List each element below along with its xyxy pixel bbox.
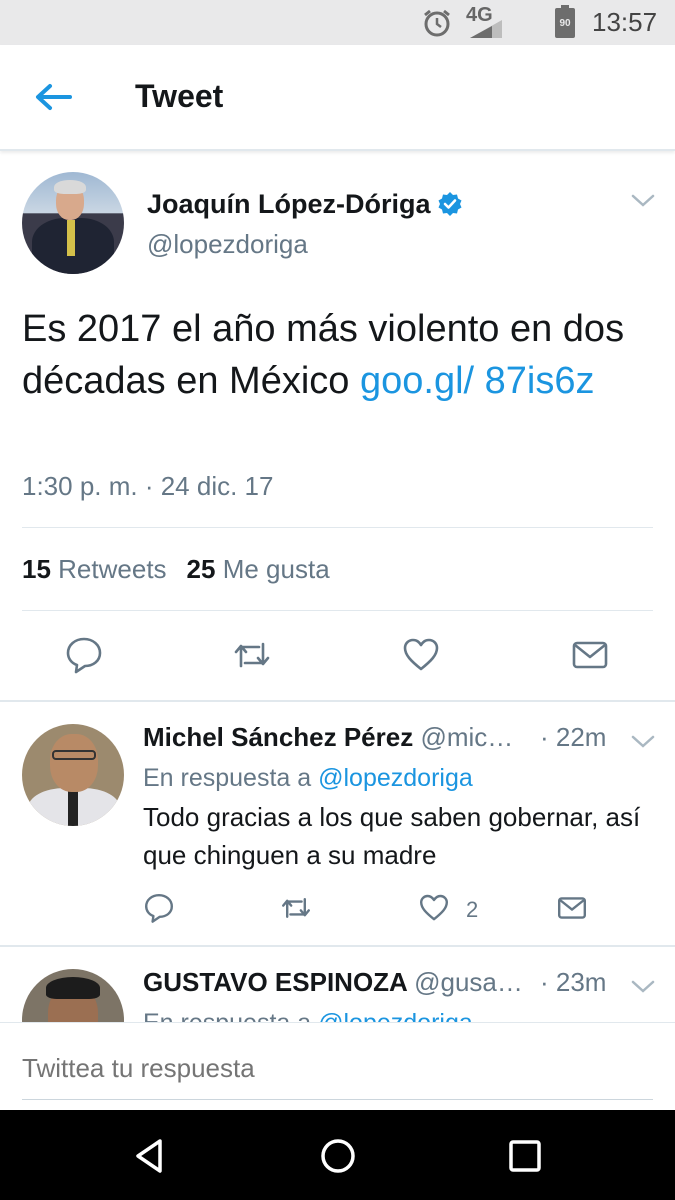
system-nav-bar [0,1110,675,1200]
reply-mention[interactable]: @lopezdoriga [318,764,473,792]
likes-count: 25 [186,554,216,584]
reply-icon[interactable] [143,892,175,924]
battery-icon: 90 [555,5,575,38]
chevron-down-icon[interactable] [631,980,655,994]
reply-author-name: Michel Sánchez Pérez [143,722,414,752]
reply-context: En respuesta a @lopezdoriga [143,764,473,793]
alarm-icon [424,9,450,37]
reply-actions: 2 [0,892,675,928]
status-bar: 4G 90 13:57 [0,0,675,45]
likes-stat[interactable]: 25 Me gusta [187,554,330,584]
reply-time: · 22m [540,722,607,752]
retweet-icon[interactable] [232,635,272,675]
section-separator [0,700,675,702]
author-handle[interactable]: @lopezdoriga [147,229,308,260]
reply-time: · 23m [540,967,607,997]
tweet-stats: 15 Retweets 25 Me gusta [22,554,330,585]
reply-author[interactable]: GUSTAVO ESPINOZA @gusa… [143,967,523,998]
reply-avatar[interactable] [22,969,124,1022]
reply-text: Todo gracias a los que saben gobernar, a… [143,802,641,870]
reply-item[interactable]: GUSTAVO ESPINOZA @gusa… · 23m En respues… [0,947,675,1022]
reply-author-name: GUSTAVO ESPINOZA [143,967,407,997]
divider [22,610,653,611]
reply-prefix: En respuesta a [143,1009,311,1022]
author-avatar[interactable] [22,172,124,274]
tweet-timestamp[interactable]: 1:30 p. m. · 24 dic. 17 [22,471,273,502]
nav-home-icon[interactable] [318,1136,358,1176]
reply-prefix: En respuesta a [143,764,312,792]
retweets-stat[interactable]: 15 Retweets [22,554,167,584]
author-name[interactable]: Joaquín López-Dóriga [147,189,463,220]
likes-label: Me gusta [222,554,330,584]
divider [22,527,653,528]
mail-icon[interactable] [556,892,588,924]
app-bar: Tweet [0,45,675,151]
back-arrow-icon[interactable] [30,79,76,115]
reply-author-handle: @gusa… [414,967,523,997]
clock: 13:57 [592,7,658,37]
input-underline [22,1099,653,1100]
retweet-icon[interactable] [280,892,312,924]
tweet-link[interactable]: goo.gl/ 87is6z [360,360,595,402]
chevron-down-icon[interactable] [631,735,655,749]
reply-input[interactable] [22,1053,642,1084]
battery-level: 90 [559,18,571,29]
heart-icon[interactable] [401,635,441,675]
reply-mention[interactable]: @lopezdoriga [318,1009,473,1022]
reply-author[interactable]: Michel Sánchez Pérez @mic… [143,722,513,753]
chevron-down-icon[interactable] [631,194,655,208]
compose-bar [0,1022,675,1110]
reply-icon[interactable] [64,635,104,675]
verified-badge-icon [438,191,461,216]
author-name-text: Joaquín López-Dóriga [147,189,431,219]
heart-icon[interactable] [418,892,450,924]
nav-recents-icon[interactable] [505,1136,545,1176]
tweet-actions [0,631,675,681]
retweets-count: 15 [22,554,51,584]
page-title: Tweet [135,78,224,114]
reply-context: En respuesta a @lopezdoriga [143,1009,473,1022]
nav-back-icon[interactable] [130,1136,170,1176]
reply-author-handle: @mic… [420,722,514,752]
like-count: 2 [466,897,479,922]
network-signal-icon: 4G [466,4,502,38]
retweets-label: Retweets [58,554,167,584]
mail-icon[interactable] [570,635,610,675]
reply-avatar[interactable] [22,724,124,826]
tweet-text: Es 2017 el año más violento en dos décad… [22,303,632,407]
